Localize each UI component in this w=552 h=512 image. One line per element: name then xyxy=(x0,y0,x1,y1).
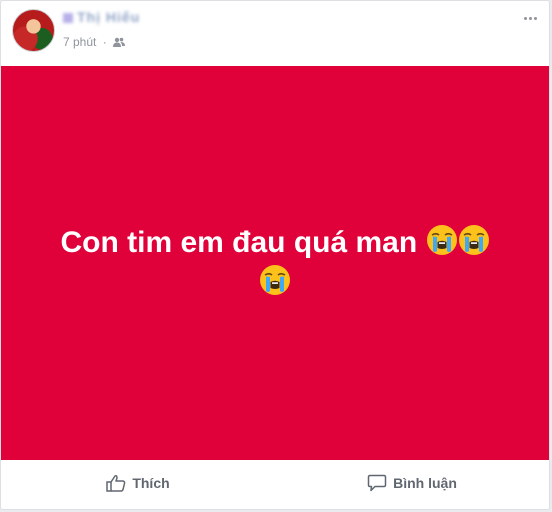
post-actions: Thích Bình luận xyxy=(1,461,549,505)
post-meta: 7 phút · xyxy=(63,35,126,50)
author-name[interactable]: Thị Hiếu xyxy=(63,9,140,27)
author-avatar[interactable] xyxy=(12,9,55,52)
meta-separator: · xyxy=(102,35,107,49)
status-background: Con tim em đau quá man xyxy=(1,66,549,460)
like-label: Thích xyxy=(132,475,170,491)
crying-face-icon xyxy=(426,224,458,256)
like-button[interactable]: Thích xyxy=(1,461,275,505)
blurred-block xyxy=(63,13,73,24)
crying-face-icon xyxy=(458,224,490,256)
post-timestamp[interactable]: 7 phút xyxy=(63,35,96,49)
crying-face-icon xyxy=(259,264,291,296)
post-header: Thị Hiếu 7 phút · xyxy=(1,1,549,65)
more-options-icon[interactable] xyxy=(519,9,541,27)
comment-button[interactable]: Bình luận xyxy=(275,461,549,505)
friends-icon[interactable] xyxy=(113,36,126,50)
dot xyxy=(523,16,527,20)
dot xyxy=(533,16,537,20)
comment-icon xyxy=(367,474,387,492)
post-card: Thị Hiếu 7 phút · Con tim em đau quá man xyxy=(0,0,550,510)
thumbs-up-icon xyxy=(106,475,126,492)
status-text-wrapper: Con tim em đau quá man xyxy=(60,223,489,303)
comment-label: Bình luận xyxy=(393,475,457,491)
dot xyxy=(528,16,532,20)
status-text: Con tim em đau quá man xyxy=(60,226,418,259)
